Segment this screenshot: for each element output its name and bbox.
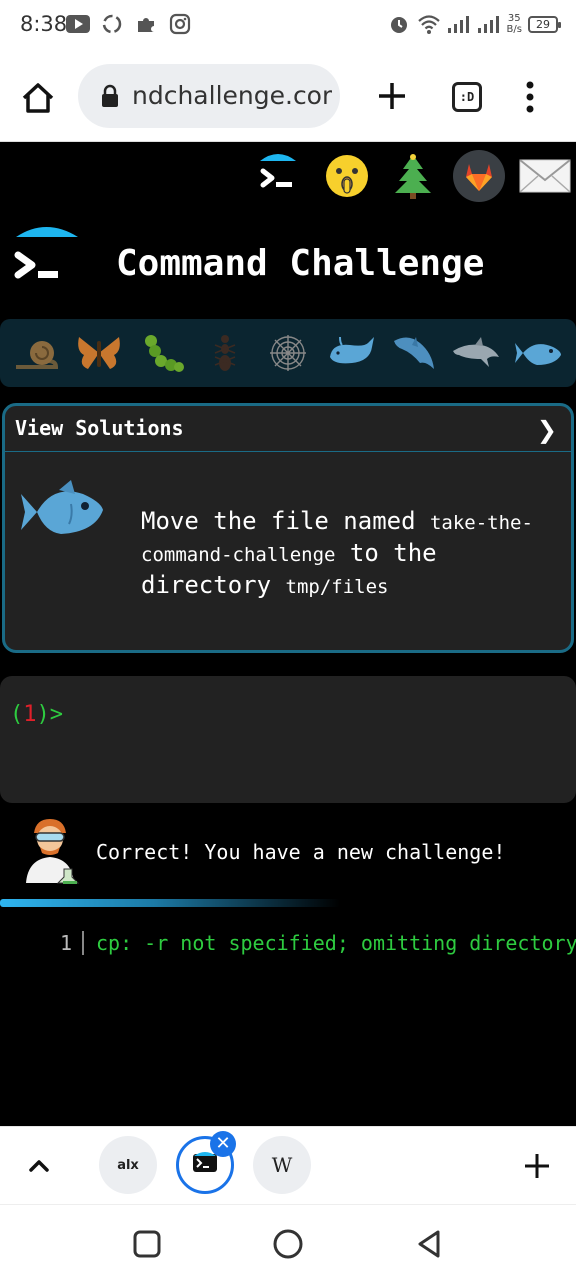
url-bar[interactable]: ndchallenge.com xyxy=(78,64,340,128)
terminal-input[interactable]: (1)> xyxy=(0,676,576,803)
challenge-description: Move the file named take-the-command-cha… xyxy=(141,507,533,599)
fish-icon[interactable] xyxy=(514,327,566,379)
tab-wikipedia[interactable]: W xyxy=(253,1136,311,1194)
battery-indicator: 29 xyxy=(528,15,561,33)
whale-icon[interactable] xyxy=(325,327,377,379)
output-gutter xyxy=(82,931,84,955)
fish-icon xyxy=(19,476,111,546)
system-navigation-bar xyxy=(0,1204,576,1280)
view-solutions-toggle[interactable]: View Solutions ❯ xyxy=(5,406,571,452)
scientist-icon xyxy=(20,815,82,885)
feedback-message: Correct! You have a new challenge! xyxy=(96,840,506,864)
close-tab-icon[interactable]: ✕ xyxy=(210,1131,236,1157)
recents-icon[interactable] xyxy=(130,1227,164,1261)
url-text[interactable]: ndchallenge.com xyxy=(132,81,332,110)
home-circle-icon[interactable] xyxy=(271,1227,305,1261)
chevron-up-icon[interactable] xyxy=(24,1151,54,1181)
net-speed: 35 B/s xyxy=(506,13,522,35)
dolphin-icon[interactable] xyxy=(388,327,440,379)
home-icon[interactable] xyxy=(18,78,58,118)
ant-icon[interactable] xyxy=(199,327,251,379)
web-page: Command Challenge View Solutions ❯ Move … xyxy=(0,143,576,1126)
tab-switcher-button[interactable]: :D xyxy=(452,82,482,112)
alarm-icon xyxy=(387,12,411,36)
new-tab-icon[interactable] xyxy=(372,76,412,116)
mail-icon[interactable] xyxy=(518,149,572,203)
status-bar: 8:38 35 B/s 29 xyxy=(0,0,576,52)
tab-strip: alx ✕ W xyxy=(0,1126,576,1204)
challenge-directory: tmp/files xyxy=(285,576,389,598)
more-menu-icon[interactable] xyxy=(522,80,538,114)
top-icon-row xyxy=(254,145,572,207)
site-logo-icon xyxy=(12,221,84,287)
caterpillar-icon[interactable] xyxy=(136,327,188,379)
instagram-icon xyxy=(168,12,192,36)
pine-tree-icon[interactable] xyxy=(386,149,440,203)
puzzle-icon xyxy=(134,12,158,36)
snail-icon[interactable] xyxy=(10,327,62,379)
dolphin-icon[interactable] xyxy=(451,327,503,379)
new-tab-icon[interactable] xyxy=(520,1149,554,1183)
spider-web-icon[interactable] xyxy=(262,327,314,379)
chevron-right-icon[interactable]: ❯ xyxy=(537,416,557,444)
terminal-icon[interactable] xyxy=(254,149,308,203)
challenge-card: View Solutions ❯ Move the file named tak… xyxy=(2,403,574,653)
output-line-number: 1 xyxy=(60,931,73,955)
butterfly-icon[interactable] xyxy=(73,327,125,379)
wifi-icon xyxy=(417,12,441,36)
status-time: 8:38 xyxy=(20,12,68,36)
page-title: Command Challenge xyxy=(116,243,485,284)
shushing-face-icon[interactable] xyxy=(320,149,374,203)
gitlab-icon[interactable] xyxy=(452,149,506,203)
sync-icon xyxy=(100,12,124,36)
level-progress-strip xyxy=(0,319,576,387)
view-solutions-label[interactable]: View Solutions xyxy=(15,416,184,440)
youtube-icon xyxy=(66,12,90,36)
back-icon[interactable] xyxy=(412,1227,446,1261)
tab-alx[interactable]: alx xyxy=(99,1136,157,1194)
divider xyxy=(0,899,340,907)
terminal-icon xyxy=(192,1151,218,1179)
terminal-prompt: (1)> xyxy=(10,702,63,727)
command-output: 1 cp: -r not specified; omitting directo… xyxy=(0,931,576,961)
output-message: cp: -r not specified; omitting directory xyxy=(96,931,576,955)
signal-icon xyxy=(447,12,471,36)
signal-icon xyxy=(477,12,501,36)
browser-toolbar: ndchallenge.com :D xyxy=(0,52,576,142)
lock-icon xyxy=(100,84,120,112)
